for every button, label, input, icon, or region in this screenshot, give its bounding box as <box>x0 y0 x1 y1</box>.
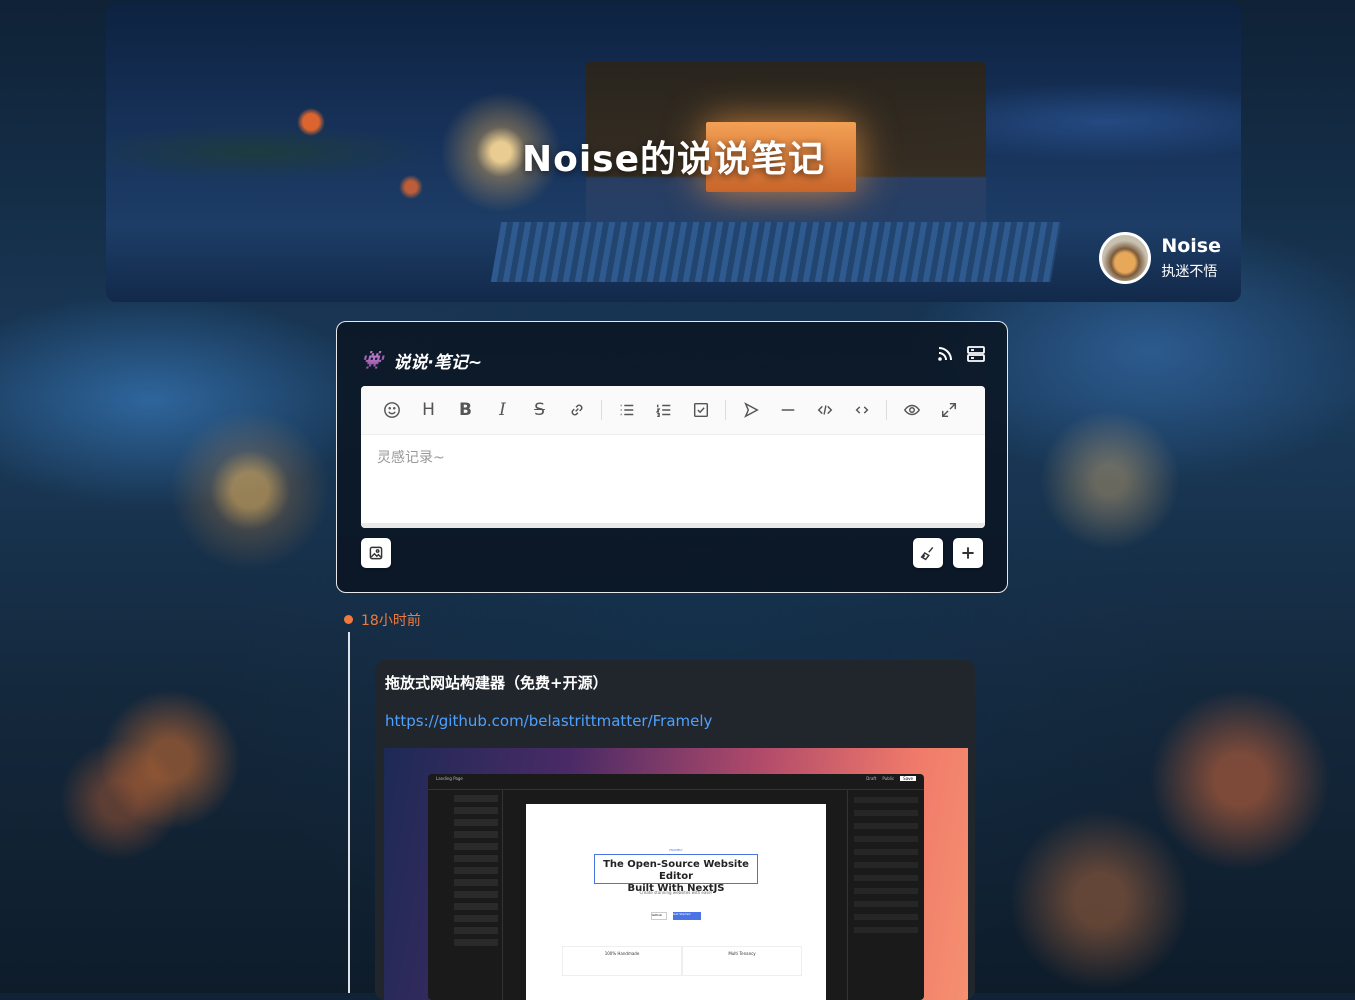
note-composer: 👾 说说·笔记~ H B I S 灵感记录~ <box>336 321 1008 593</box>
timeline-time: 18小时前 <box>361 613 421 629</box>
preview-app-topbar: Landing Page Draft Public Save <box>428 774 924 790</box>
editor-resize-handle[interactable] <box>361 523 985 528</box>
strike-icon[interactable]: S <box>521 395 558 425</box>
check-icon[interactable] <box>682 395 719 425</box>
clear-button[interactable] <box>913 538 943 568</box>
preview-start-button: Get Started <box>673 912 701 920</box>
timeline-line <box>348 632 350 993</box>
link-icon[interactable] <box>558 395 595 425</box>
avatar[interactable] <box>1099 232 1152 284</box>
broom-icon <box>920 546 934 561</box>
ordered-list-icon[interactable] <box>645 395 682 425</box>
composer-title: 👾 说说·笔记~ <box>361 348 482 373</box>
add-note-button[interactable] <box>953 538 983 568</box>
server-icon[interactable] <box>967 346 985 366</box>
preview-hero: The Open-Source Website Editor Built Wit… <box>594 854 758 894</box>
note-post: 拖放式网站构建器（免费+开源） https://github.com/belas… <box>375 660 975 1000</box>
composer-actions <box>937 346 985 366</box>
preview-icon[interactable] <box>893 395 930 425</box>
editor-toolbar: H B I S <box>361 386 985 435</box>
bold-icon[interactable]: B <box>447 395 484 425</box>
image-icon <box>369 546 383 560</box>
preview-app-title: Landing Page <box>436 776 463 781</box>
post-image[interactable]: Landing Page Draft Public Save FRAMELY T… <box>384 748 968 1000</box>
emoji-icon[interactable] <box>373 395 410 425</box>
preview-right-panel <box>847 790 924 1000</box>
fullscreen-icon[interactable] <box>930 395 967 425</box>
author-info: Noise 执迷不悟 <box>1099 232 1221 284</box>
list-icon[interactable] <box>608 395 645 425</box>
preview-tag: FRAMELY <box>669 848 683 852</box>
preview-hero-line1: The Open-Source Website Editor <box>603 859 749 882</box>
upload-image-button[interactable] <box>361 538 391 568</box>
note-input[interactable]: 灵感记录~ <box>361 435 985 479</box>
preview-hero-sub: Create stunning websites with ease! <box>639 890 713 895</box>
quote-icon[interactable] <box>732 395 769 425</box>
preview-github-button: Github <box>651 912 667 920</box>
post-link[interactable]: https://github.com/belastrittmatter/Fram… <box>385 712 712 730</box>
post-title: 拖放式网站构建器（免费+开源） <box>385 674 608 692</box>
preview-canvas: FRAMELY The Open-Source Website Editor B… <box>526 804 826 1000</box>
markdown-editor[interactable]: H B I S 灵感记录~ <box>361 386 985 528</box>
preview-feature-2: Multi Tenancy <box>682 946 802 976</box>
plus-icon <box>962 547 974 559</box>
toolbar-divider <box>725 400 726 420</box>
preview-app-window: Landing Page Draft Public Save FRAMELY T… <box>428 774 924 1000</box>
inline-code-icon[interactable] <box>843 395 880 425</box>
rss-icon[interactable] <box>937 346 953 366</box>
preview-draft: Draft <box>866 776 877 781</box>
preview-public: Public <box>882 776 895 781</box>
toolbar-divider <box>601 400 602 420</box>
alien-icon: 👾 <box>361 350 384 371</box>
banner-roof <box>490 222 1062 282</box>
composer-title-text: 说说·笔记~ <box>393 353 483 373</box>
code-icon[interactable] <box>806 395 843 425</box>
heading-icon[interactable]: H <box>410 395 447 425</box>
timeline-dot <box>344 615 353 624</box>
toolbar-divider <box>886 400 887 420</box>
preview-left-panel <box>450 790 503 1000</box>
line-icon[interactable] <box>769 395 806 425</box>
preview-save: Save <box>900 776 916 781</box>
author-name: Noise <box>1161 235 1221 257</box>
italic-icon[interactable]: I <box>484 395 521 425</box>
preview-feature-1: 100% Handmade <box>562 946 682 976</box>
author-motto: 执迷不悟 <box>1161 264 1218 280</box>
page-title: Noise的说说笔记 <box>521 139 826 180</box>
header-banner: Noise的说说笔记 Noise 执迷不悟 <box>106 2 1241 302</box>
preview-hero-buttons: Github Get Started <box>526 912 826 920</box>
